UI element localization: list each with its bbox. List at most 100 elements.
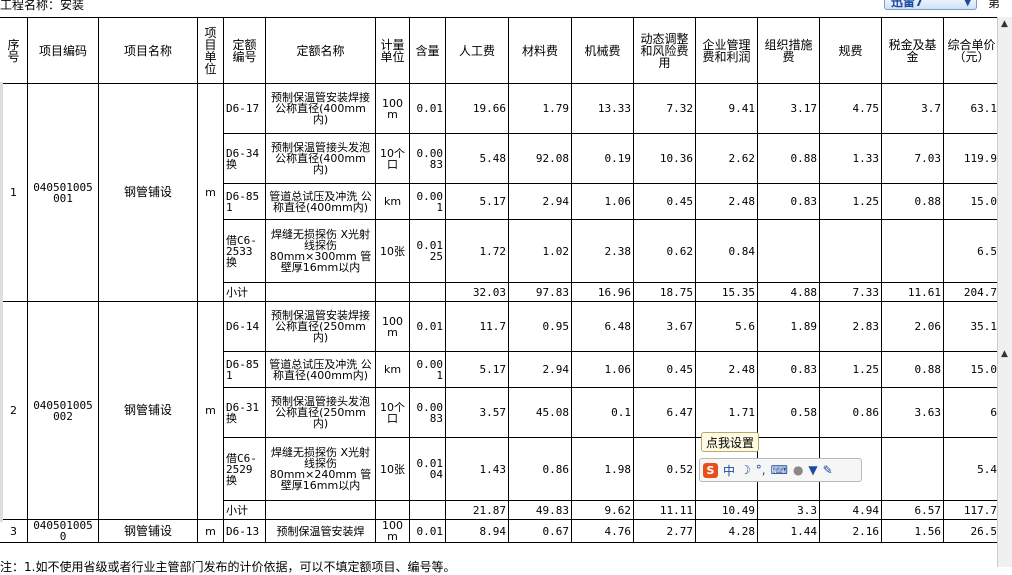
cell-amount: 0.0083	[409, 133, 446, 184]
table-row[interactable]: 2 040501005002 钢管铺设 m D6-14 预制保温管安装焊接 公称直径(25…	[0, 301, 1000, 520]
cell-material: 0.86	[508, 437, 572, 501]
keyboard-icon[interactable]: ⌨	[771, 463, 788, 477]
cell-subtotal-measure: 4.88	[757, 282, 820, 302]
cell-material: 1.02	[508, 219, 572, 283]
cell-measure: 0.58	[757, 387, 820, 438]
cell-name: 钢管铺设	[98, 301, 198, 520]
cell-meas-unit: 100m	[375, 83, 410, 134]
cell-risk: 7.32	[633, 83, 696, 134]
cell-unit: m	[197, 83, 224, 302]
col-machine: 机械费	[571, 17, 634, 84]
cell-subtotal-fee: 4.94	[819, 500, 882, 520]
cell-meas-unit: 10个口	[375, 387, 410, 438]
col-measure: 组织措施费	[757, 17, 820, 84]
col-meas-unit: 计量单位	[375, 17, 410, 84]
cell-mgmt: 4.28	[695, 519, 758, 543]
cell-quota-no: 借C6-2533换	[223, 219, 266, 283]
cell-seq: 2	[0, 301, 28, 520]
cell-fee: 1.25	[819, 183, 882, 220]
cell-quota-no: D6-34换	[223, 133, 266, 184]
cell-risk: 0.52	[633, 437, 696, 501]
cell-subtotal-risk: 11.11	[633, 500, 696, 520]
cell-tax: 0.88	[881, 351, 944, 388]
cell-amount: 0.01	[409, 301, 446, 352]
table-row[interactable]: 3 0405010050 钢管铺设 m D6-13 预制保温管安装焊 100m 0.01 8.9…	[0, 519, 1000, 543]
cell-machine: 1.98	[571, 437, 634, 501]
cell-machine: 0.1	[571, 387, 634, 438]
cell-subtotal-label: 小计	[223, 500, 266, 520]
cell-fee: 4.75	[819, 83, 882, 134]
cell-tax: 3.63	[881, 387, 944, 438]
cell-machine: 2.38	[571, 219, 634, 283]
cell-quota-name: 预制保温管安装焊接 公称直径(250mm内)	[265, 301, 376, 352]
cell-risk: 3.67	[633, 301, 696, 352]
cell-amount: 0.001	[409, 183, 446, 220]
cell-quota-name: 预制保温管接头发泡 公称直径(250mm内)	[265, 387, 376, 438]
cell-tax: 7.03	[881, 133, 944, 184]
user-icon[interactable]: ●	[793, 463, 803, 477]
cell-tax	[881, 219, 944, 283]
sogou-logo-icon[interactable]: S	[703, 462, 718, 478]
ime-tooltip[interactable]: 点我设置	[701, 432, 759, 452]
shirt-icon[interactable]: ▼	[808, 463, 817, 477]
cell-mgmt: 2.48	[695, 351, 758, 388]
cell-labor: 1.72	[445, 219, 509, 283]
cell-machine: 1.06	[571, 351, 634, 388]
vertical-scrollbar[interactable]: ▲ ▲	[997, 17, 1012, 567]
cell-subtotal-material: 97.83	[508, 282, 572, 302]
cell-empty	[409, 500, 446, 520]
cell-subtotal-unit_price: 117.7	[943, 500, 1000, 520]
cell-labor: 3.57	[445, 387, 509, 438]
cell-subtotal-mgmt: 15.35	[695, 282, 758, 302]
cell-material: 2.94	[508, 183, 572, 220]
cell-subtotal-mgmt: 10.49	[695, 500, 758, 520]
scroll-marker-icon[interactable]: ▲	[1001, 349, 1008, 359]
cell-quota-name: 预制保温管安装焊	[265, 519, 376, 543]
cell-quota-no: D6-851	[223, 183, 266, 220]
wrench-icon[interactable]: ✎	[823, 463, 833, 477]
xunlei-button[interactable]: 迅雷7 ▼	[884, 0, 977, 10]
cell-labor: 5.17	[445, 351, 509, 388]
cell-quota-name: 管道总试压及冲洗 公称直径(400mm内)	[265, 183, 376, 220]
cell-labor: 19.66	[445, 83, 509, 134]
cell-name: 钢管铺设	[98, 519, 198, 543]
cell-subtotal-machine: 16.96	[571, 282, 634, 302]
cell-subtotal-fee: 7.33	[819, 282, 882, 302]
scroll-up-icon[interactable]: ▲	[1001, 19, 1008, 29]
cell-subtotal-unit_price: 204.7	[943, 282, 1000, 302]
cell-machine: 4.76	[571, 519, 634, 543]
cell-subtotal-measure: 3.3	[757, 500, 820, 520]
table-row[interactable]: 1 040501005001 钢管铺设 m D6-17 预制保温管安装焊接 公称直径(40…	[0, 83, 1000, 302]
cell-material: 45.08	[508, 387, 572, 438]
cell-quota-no: D6-13	[223, 519, 266, 543]
cell-unit_price: 119.9	[943, 133, 1000, 184]
cell-seq: 3	[0, 519, 28, 543]
cell-labor: 5.17	[445, 183, 509, 220]
cell-risk: 0.62	[633, 219, 696, 283]
moon-icon[interactable]: ☽	[740, 463, 751, 477]
cell-meas-unit: 100m	[375, 519, 410, 543]
cell-labor: 1.43	[445, 437, 509, 501]
cell-subtotal-label: 小计	[223, 282, 266, 302]
cell-quota-name: 焊缝无损探伤 X光射线探伤 80mm×300mm 管壁厚16mm以内	[265, 219, 376, 283]
cell-empty	[375, 500, 410, 520]
ime-toolbar: S 中 ☽ °, ⌨ ● ▼ ✎	[699, 458, 862, 482]
cell-quota-no: D6-851	[223, 351, 266, 388]
cell-risk: 0.45	[633, 351, 696, 388]
cell-fee	[819, 219, 882, 283]
cell-mgmt: 2.48	[695, 183, 758, 220]
cell-risk: 6.47	[633, 387, 696, 438]
punctuation-icon[interactable]: °,	[756, 463, 766, 477]
project-name: 工程名称：安装	[0, 0, 85, 12]
cell-meas-unit: 100m	[375, 301, 410, 352]
cell-quota-name: 预制保温管接头发泡 公称直径(400mm内)	[265, 133, 376, 184]
cell-meas-unit: km	[375, 183, 410, 220]
cell-measure: 0.83	[757, 351, 820, 388]
cell-unit_price: 6.5	[943, 219, 1000, 283]
col-amount: 含量	[409, 17, 446, 84]
cell-material: 1.79	[508, 83, 572, 134]
ime-lang-toggle[interactable]: 中	[723, 462, 735, 479]
cell-measure: 1.89	[757, 301, 820, 352]
cell-fee: 2.16	[819, 519, 882, 543]
cell-code: 040501005002	[27, 301, 99, 520]
